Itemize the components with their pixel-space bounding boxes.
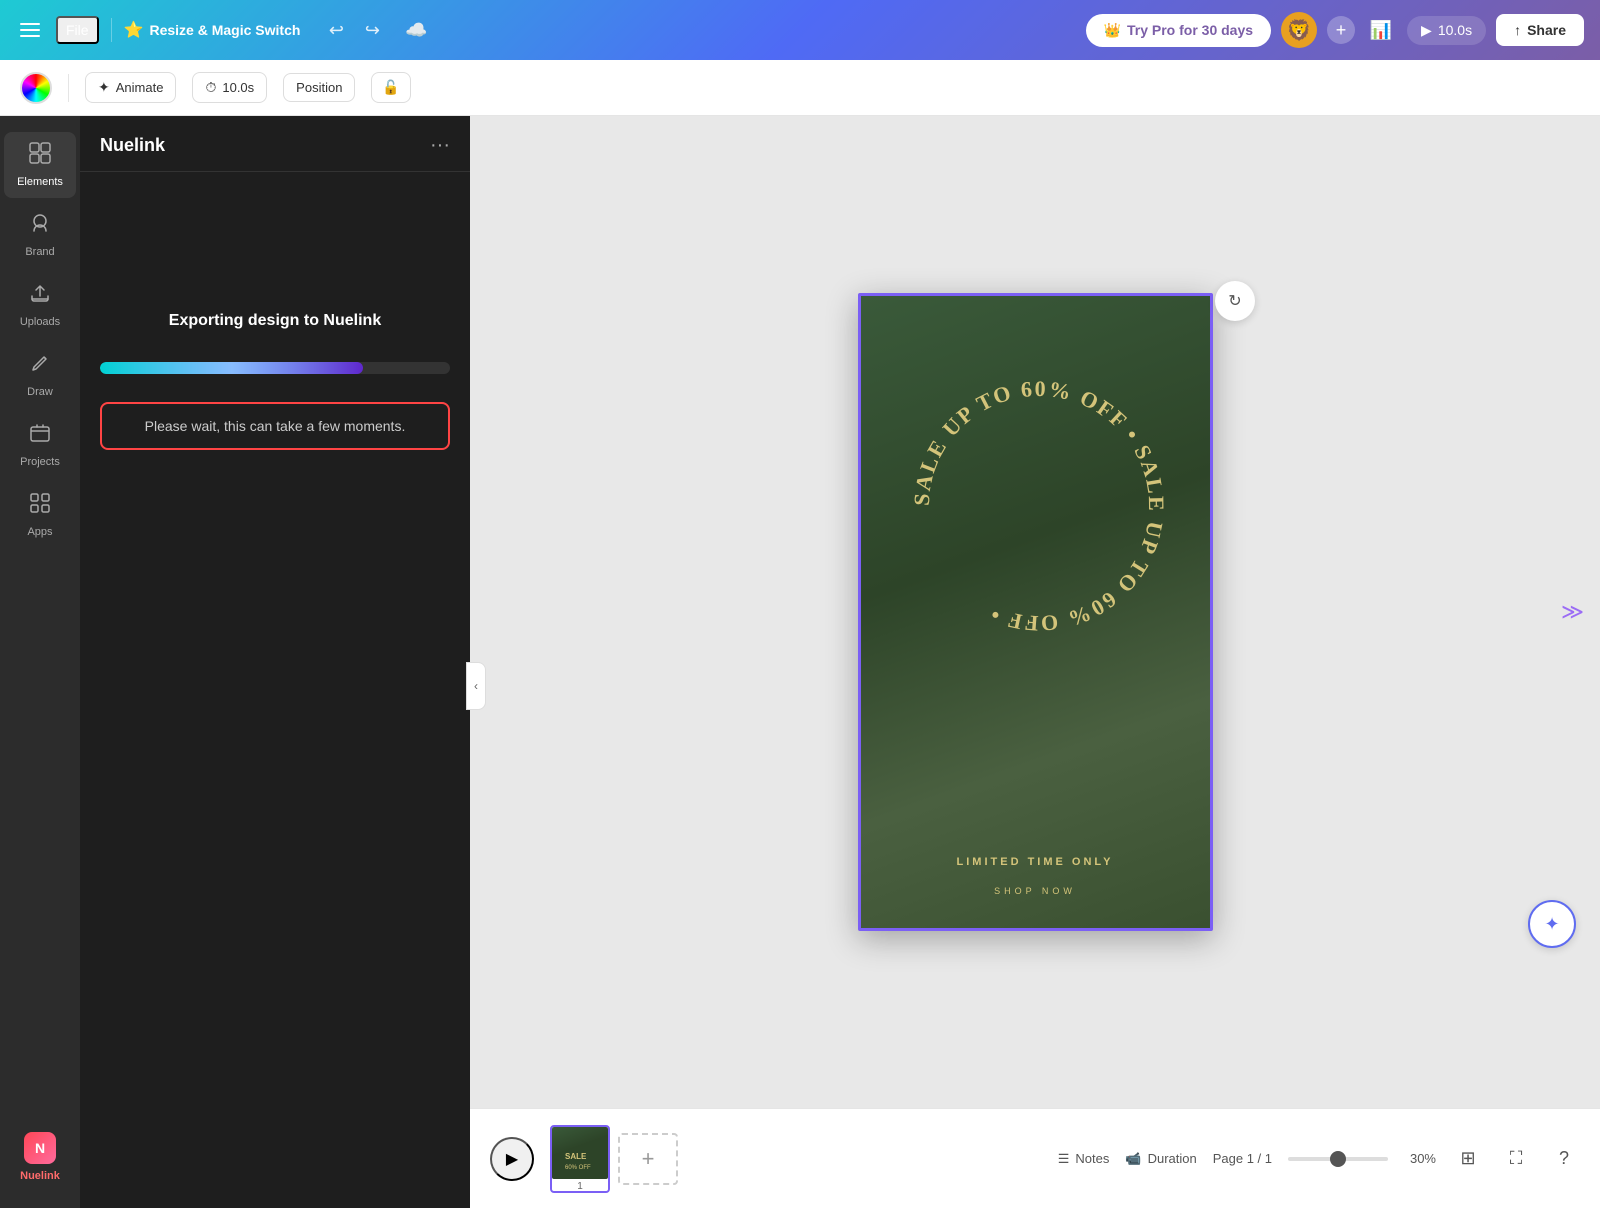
sidebar-item-elements[interactable]: Elements: [4, 132, 76, 198]
bottom-right-controls: ☰ Notes 📹 Duration Page 1 / 1 30% ⊞ ⛶ ?: [1058, 1143, 1580, 1175]
left-sidebar: Elements Brand Uploads: [0, 116, 80, 1208]
notes-icon: ☰: [1058, 1151, 1070, 1167]
sidebar-item-draw[interactable]: Draw: [4, 342, 76, 408]
apps-icon: [29, 492, 51, 520]
sidebar-item-uploads[interactable]: Uploads: [4, 272, 76, 338]
sidebar-item-apps[interactable]: Apps: [4, 482, 76, 548]
panel-body: Exporting design to Nuelink Please wait,…: [80, 172, 470, 1208]
menu-icon[interactable]: [16, 19, 44, 41]
zoom-thumb: [1330, 1151, 1346, 1167]
topbar-right: 👑 Try Pro for 30 days 🦁 + 📊 ▶ 10.0s ↑ Sh…: [1086, 12, 1584, 48]
svg-text:60% OFF: 60% OFF: [565, 1165, 591, 1171]
slide-thumbnail-1[interactable]: SALE 60% OFF 1: [550, 1125, 610, 1193]
magic-corner-button[interactable]: ✦: [1528, 900, 1576, 948]
share-button[interactable]: ↑ Share: [1496, 14, 1584, 46]
design-canvas[interactable]: SALE UP TO 60% OFF • SALE UP TO 60% OFF …: [858, 293, 1213, 931]
draw-icon: [29, 352, 51, 380]
bottom-toolbar: ▶ SALE 60% OFF 1 + ☰ Notes: [470, 1108, 1600, 1208]
nuelink-panel: Nuelink ··· Exporting design to Nuelink …: [80, 116, 470, 1208]
elements-icon: [29, 142, 51, 170]
divider: [111, 18, 112, 42]
redo-button[interactable]: ↪: [356, 14, 388, 46]
position-button[interactable]: Position: [283, 73, 355, 102]
play-icon: ▶: [1421, 22, 1432, 39]
progress-bar-container: [100, 362, 450, 374]
secondary-toolbar: ✦ Animate ⏱ 10.0s Position 🔓: [0, 60, 1600, 116]
nuelink-icon: N: [24, 1132, 56, 1164]
lock-icon: 🔓: [382, 79, 399, 96]
analytics-button[interactable]: 📊: [1365, 14, 1397, 46]
svg-text:SALE UP TO 60% OFF • SALE UP T: SALE UP TO 60% OFF • SALE UP TO 60% OFF …: [908, 376, 1168, 637]
panel-title: Nuelink: [100, 135, 165, 156]
limited-time-text: LIMITED TIME ONLY: [861, 856, 1210, 868]
divider: [68, 74, 69, 102]
page-info: Page 1 / 1: [1213, 1151, 1272, 1166]
cloud-save-button[interactable]: ☁️: [400, 14, 432, 46]
shop-now-text: SHOP NOW: [861, 886, 1210, 896]
canvas-background: SALE UP TO 60% OFF • SALE UP TO 60% OFF …: [861, 296, 1210, 928]
duration-button[interactable]: 📹 Duration: [1125, 1151, 1196, 1167]
undo-button[interactable]: ↩: [320, 14, 352, 46]
animate-icon: ✦: [98, 79, 110, 96]
grid-view-button[interactable]: ⊞: [1452, 1143, 1484, 1175]
user-avatar[interactable]: 🦁: [1281, 12, 1317, 48]
curved-text-svg: SALE UP TO 60% OFF • SALE UP TO 60% OFF …: [889, 356, 1189, 656]
preview-play-button[interactable]: ▶ 10.0s: [1407, 16, 1486, 45]
slide-thumbnails: SALE 60% OFF 1 +: [550, 1125, 678, 1193]
sidebar-item-projects[interactable]: Projects: [4, 412, 76, 478]
canvas-refresh-button[interactable]: ↻: [1215, 281, 1255, 321]
panel-more-button[interactable]: ···: [430, 134, 450, 157]
uploads-icon: [29, 282, 51, 310]
canvas-area: SALE UP TO 60% OFF • SALE UP TO 60% OFF …: [470, 116, 1600, 1208]
color-wheel[interactable]: [20, 72, 52, 104]
expand-arrow-icon: ≫: [1561, 599, 1584, 625]
zoom-percentage: 30%: [1396, 1151, 1436, 1166]
clock-icon: ⏱: [205, 79, 216, 96]
add-slide-button[interactable]: +: [618, 1133, 678, 1185]
magic-switch-label: ⭐ Resize & Magic Switch: [124, 20, 301, 40]
help-button[interactable]: ?: [1548, 1143, 1580, 1175]
slide-thumbnail-preview: SALE 60% OFF: [552, 1127, 608, 1179]
main-layout: Elements Brand Uploads: [0, 116, 1600, 1208]
duration-icon: 📹: [1125, 1151, 1141, 1167]
try-pro-button[interactable]: 👑 Try Pro for 30 days: [1086, 14, 1272, 47]
projects-icon: [29, 422, 51, 450]
svg-text:SALE: SALE: [565, 1152, 587, 1161]
progress-bar-fill: [100, 362, 363, 374]
file-button[interactable]: File: [56, 16, 99, 44]
topbar: File ⭐ Resize & Magic Switch ↩ ↪ ☁️ 👑 Tr…: [0, 0, 1600, 60]
crown-icon: 👑: [1104, 22, 1121, 39]
notes-button[interactable]: ☰ Notes: [1058, 1151, 1110, 1167]
zoom-slider-area: 30%: [1288, 1151, 1436, 1166]
lock-button[interactable]: 🔓: [371, 72, 410, 103]
add-collaborator-button[interactable]: +: [1327, 16, 1355, 44]
canvas-workspace[interactable]: SALE UP TO 60% OFF • SALE UP TO 60% OFF …: [470, 116, 1600, 1108]
animate-button[interactable]: ✦ Animate: [85, 72, 176, 103]
duration-button[interactable]: ⏱ 10.0s: [192, 72, 267, 103]
sidebar-item-brand[interactable]: Brand: [4, 202, 76, 268]
panel-hide-button[interactable]: ‹: [466, 662, 486, 710]
fullscreen-button[interactable]: ⛶: [1500, 1143, 1532, 1175]
play-control-button[interactable]: ▶: [490, 1137, 534, 1181]
slide-number-1: 1: [552, 1181, 608, 1192]
magic-emoji: ⭐: [124, 20, 144, 40]
exporting-title: Exporting design to Nuelink: [100, 312, 450, 330]
zoom-slider[interactable]: [1288, 1157, 1388, 1161]
topbar-left: File ⭐ Resize & Magic Switch ↩ ↪ ☁️: [16, 14, 1074, 46]
panel-header: Nuelink ···: [80, 116, 470, 172]
share-icon: ↑: [1514, 22, 1521, 38]
sidebar-item-nuelink[interactable]: N Nuelink: [4, 1122, 76, 1192]
brand-icon: [29, 212, 51, 240]
wait-message: Please wait, this can take a few moments…: [100, 402, 450, 450]
